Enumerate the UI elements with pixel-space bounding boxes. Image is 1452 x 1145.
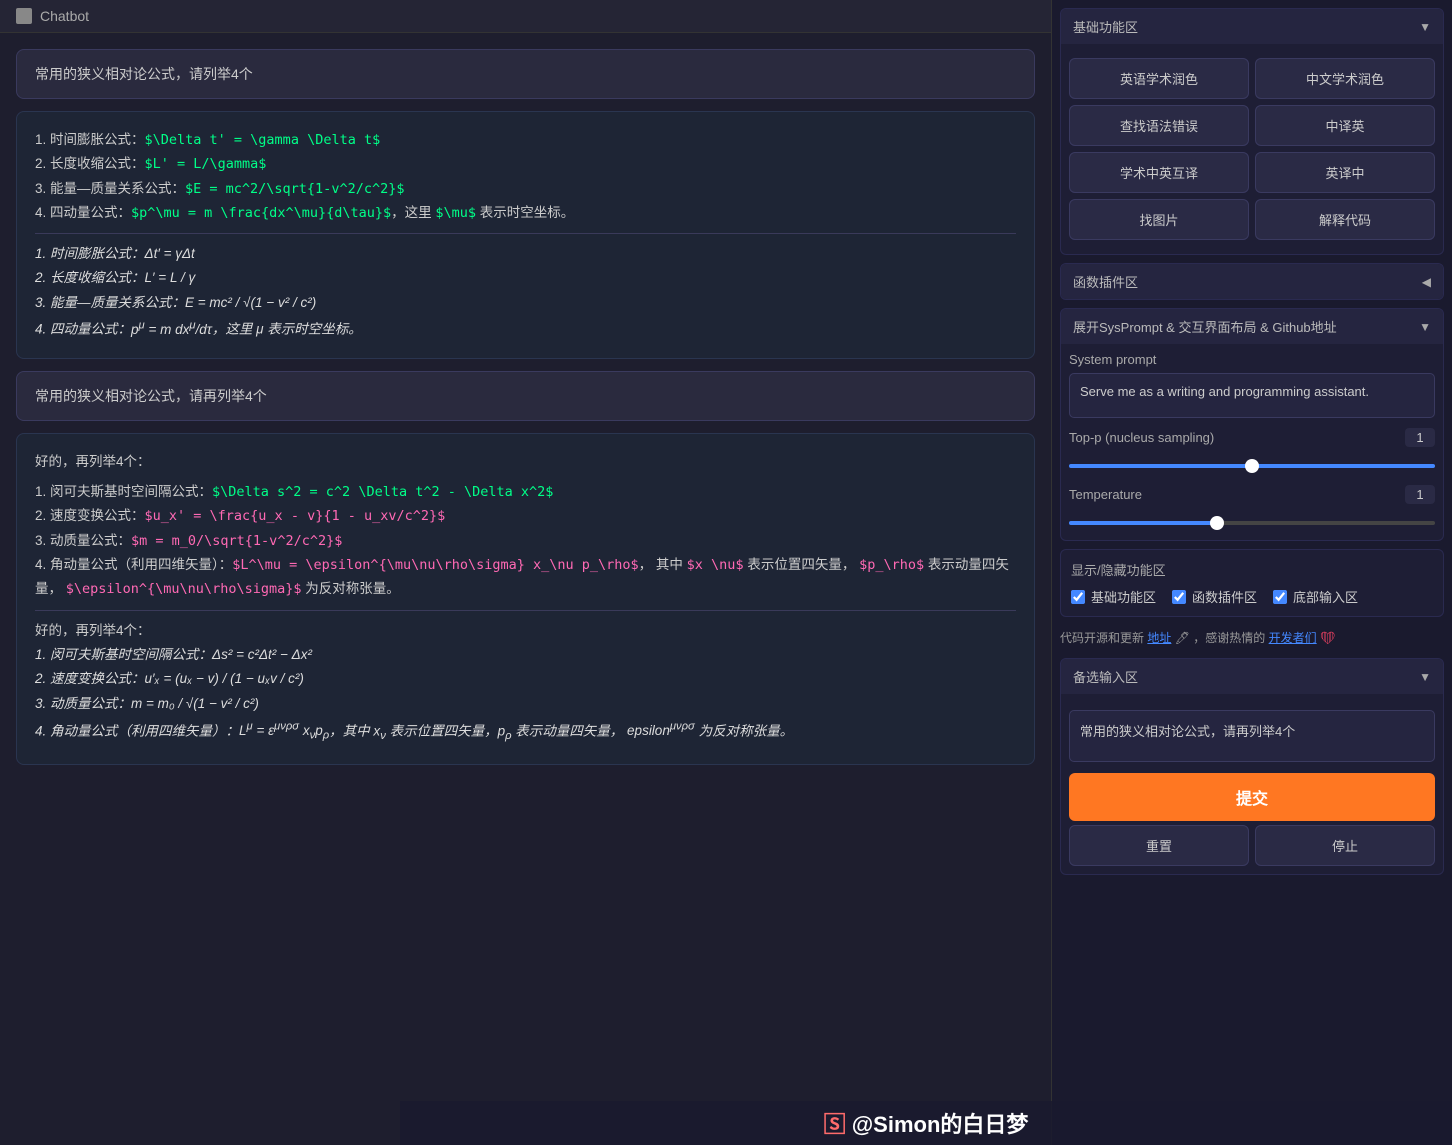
sysprompt-title: 展开SysPrompt & 交互界面布局 & Github地址 bbox=[1073, 317, 1337, 336]
basic-functions-title: 基础功能区 bbox=[1073, 17, 1138, 36]
plugin-arrow: ◀ bbox=[1422, 275, 1431, 289]
visibility-title: 显示/隐藏功能区 bbox=[1071, 560, 1433, 579]
left-panel: Chatbot 常用的狭义相对论公式，请列举4个 1. 时间膨胀公式：$\Del… bbox=[0, 0, 1052, 1145]
backup-input[interactable]: 常用的狭义相对论公式，请再列举4个 bbox=[1069, 710, 1435, 762]
basic-functions-header[interactable]: 基础功能区 ▼ bbox=[1061, 9, 1443, 44]
backup-title: 备选输入区 bbox=[1073, 667, 1138, 686]
stop-button[interactable]: 停止 bbox=[1255, 825, 1435, 866]
backup-content: 常用的狭义相对论公式，请再列举4个 提交 重置 停止 bbox=[1061, 694, 1443, 874]
reset-button[interactable]: 重置 bbox=[1069, 825, 1249, 866]
btn-explain-code[interactable]: 解释代码 bbox=[1255, 199, 1435, 240]
plugin-header[interactable]: 函数插件区 ◀ bbox=[1061, 264, 1443, 299]
chatbot-icon bbox=[16, 8, 32, 24]
checkbox-plugin[interactable] bbox=[1172, 590, 1186, 604]
visibility-basic[interactable]: 基础功能区 bbox=[1071, 587, 1156, 606]
plugin-section: 函数插件区 ◀ bbox=[1060, 263, 1444, 300]
user-message-2: 常用的狭义相对论公式，请再列举4个 bbox=[16, 371, 1035, 421]
assistant-message-1: 1. 时间膨胀公式：$\Delta t' = \gamma \Delta t$ … bbox=[16, 111, 1035, 359]
visibility-checkboxes: 基础功能区 函数插件区 底部输入区 bbox=[1071, 587, 1433, 606]
btn-zh-to-en[interactable]: 中译英 bbox=[1255, 105, 1435, 146]
sysprompt-section: 展开SysPrompt & 交互界面布局 & Github地址 ▼ System… bbox=[1060, 308, 1444, 541]
temperature-label: Temperature bbox=[1069, 487, 1142, 502]
top-p-slider[interactable] bbox=[1069, 464, 1435, 468]
submit-button[interactable]: 提交 bbox=[1069, 773, 1435, 821]
btn-en-to-zh[interactable]: 英译中 bbox=[1255, 152, 1435, 193]
chat-header: Chatbot bbox=[0, 0, 1051, 33]
plugin-title: 函数插件区 bbox=[1073, 272, 1138, 291]
sysprompt-value[interactable]: Serve me as a writing and programming as… bbox=[1069, 373, 1435, 418]
btn-academic-mutual[interactable]: 学术中英互译 bbox=[1069, 152, 1249, 193]
top-p-label: Top-p (nucleus sampling) bbox=[1069, 430, 1214, 445]
sysprompt-arrow: ▼ bbox=[1419, 320, 1431, 334]
visibility-plugin[interactable]: 函数插件区 bbox=[1172, 587, 1257, 606]
chat-title: Chatbot bbox=[40, 8, 89, 24]
user-message-1: 常用的狭义相对论公式，请列举4个 bbox=[16, 49, 1035, 99]
checkbox-basic[interactable] bbox=[1071, 590, 1085, 604]
source-link[interactable]: 地址 bbox=[1147, 631, 1171, 645]
basic-functions-content: 英语学术润色 中文学术润色 查找语法错误 中译英 学术中英互译 英译中 找图片 … bbox=[1061, 44, 1443, 254]
backup-section: 备选输入区 ▼ 常用的狭义相对论公式，请再列举4个 提交 重置 停止 bbox=[1060, 658, 1444, 875]
btn-find-image[interactable]: 找图片 bbox=[1069, 199, 1249, 240]
btn-zh-academic[interactable]: 中文学术润色 bbox=[1255, 58, 1435, 99]
backup-header[interactable]: 备选输入区 ▼ bbox=[1061, 659, 1443, 694]
right-panel: 基础功能区 ▼ 英语学术润色 中文学术润色 查找语法错误 中译英 学术中英互译 … bbox=[1052, 0, 1452, 1145]
btn-en-academic[interactable]: 英语学术润色 bbox=[1069, 58, 1249, 99]
basic-functions-grid: 英语学术润色 中文学术润色 查找语法错误 中译英 学术中英互译 英译中 找图片 … bbox=[1069, 52, 1435, 246]
backup-arrow: ▼ bbox=[1419, 670, 1431, 684]
checkbox-input[interactable] bbox=[1273, 590, 1287, 604]
basic-functions-arrow: ▼ bbox=[1419, 20, 1431, 34]
sysprompt-content: System prompt Serve me as a writing and … bbox=[1061, 344, 1443, 540]
top-p-value: 1 bbox=[1405, 428, 1435, 447]
source-row: 代码开源和更新 地址 🖊 ，感谢热情的 开发者们 ❤ bbox=[1060, 625, 1444, 650]
dev-link[interactable]: 开发者们 bbox=[1269, 631, 1317, 645]
sysprompt-header[interactable]: 展开SysPrompt & 交互界面布局 & Github地址 ▼ bbox=[1061, 309, 1443, 344]
btn-grammar[interactable]: 查找语法错误 bbox=[1069, 105, 1249, 146]
visibility-section: 显示/隐藏功能区 基础功能区 函数插件区 底部输入区 bbox=[1060, 549, 1444, 617]
temperature-value: 1 bbox=[1405, 485, 1435, 504]
sysprompt-label: System prompt bbox=[1069, 352, 1435, 367]
visibility-input[interactable]: 底部输入区 bbox=[1273, 587, 1358, 606]
bottom-buttons: 重置 停止 bbox=[1069, 825, 1435, 866]
assistant-message-2: 好的，再列举4个： 1. 闵可夫斯基时空间隔公式：$\Delta s^2 = c… bbox=[16, 433, 1035, 765]
basic-functions-section: 基础功能区 ▼ 英语学术润色 中文学术润色 查找语法错误 中译英 学术中英互译 … bbox=[1060, 8, 1444, 255]
chat-messages: 常用的狭义相对论公式，请列举4个 1. 时间膨胀公式：$\Delta t' = … bbox=[0, 33, 1051, 1145]
temperature-slider[interactable] bbox=[1069, 521, 1435, 525]
